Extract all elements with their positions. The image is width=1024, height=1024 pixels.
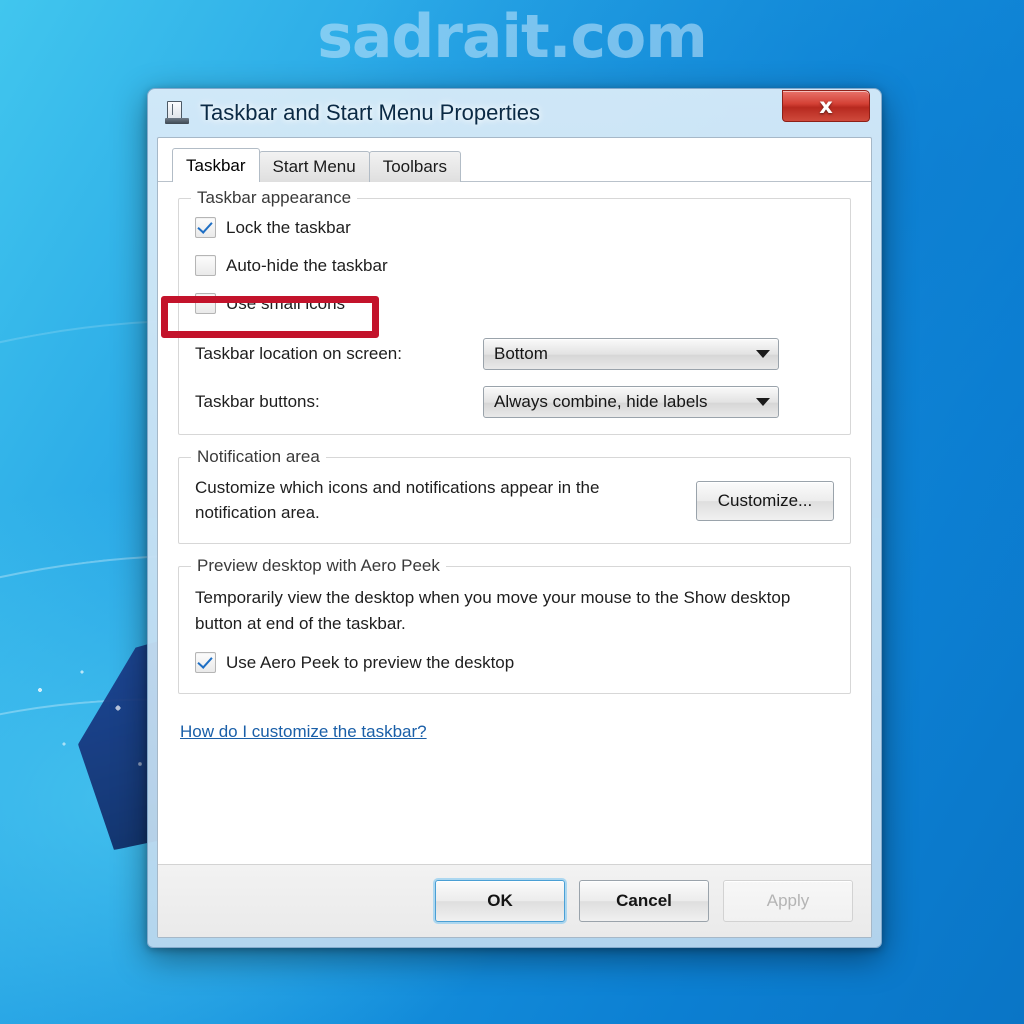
site-watermark: sadrait.com [317, 2, 708, 72]
tab-taskbar[interactable]: Taskbar [172, 148, 260, 183]
taskbar-location-value: Bottom [494, 344, 548, 363]
taskbar-properties-window: Taskbar and Start Menu Properties x Task… [147, 88, 882, 948]
tab-toolbars-label: Toolbars [382, 157, 447, 176]
checkbox-auto-hide-taskbar-label: Auto-hide the taskbar [226, 255, 388, 275]
customize-button-label: Customize... [717, 490, 813, 510]
tab-taskbar-label: Taskbar [186, 155, 246, 175]
tab-toolbars[interactable]: Toolbars [368, 151, 461, 182]
customize-button[interactable]: Customize... [696, 480, 834, 521]
taskbar-location-dropdown[interactable]: Bottom [483, 338, 779, 370]
notification-area-description: Customize which icons and notifications … [195, 478, 600, 522]
ok-button[interactable]: OK [435, 880, 565, 922]
checkbox-row-aero-peek[interactable]: Use Aero Peek to preview the desktop [195, 652, 834, 674]
cancel-button[interactable]: Cancel [579, 880, 709, 922]
checkbox-auto-hide-taskbar[interactable] [195, 255, 216, 276]
close-icon: x [819, 93, 833, 118]
tab-panel-taskbar: Taskbar appearance Lock the taskbar Auto… [158, 182, 871, 864]
tab-start-menu[interactable]: Start Menu [258, 151, 370, 182]
tab-start-menu-label: Start Menu [272, 157, 356, 176]
group-taskbar-appearance-legend: Taskbar appearance [191, 188, 358, 208]
group-notification-area: Notification area Customize which icons … [178, 447, 851, 545]
window-title: Taskbar and Start Menu Properties [200, 100, 540, 125]
aero-peek-description: Temporarily view the desktop when you mo… [195, 588, 791, 633]
row-taskbar-buttons: Taskbar buttons: Always combine, hide la… [195, 386, 834, 418]
taskbar-location-label: Taskbar location on screen: [195, 344, 402, 363]
group-notification-area-legend: Notification area [191, 447, 326, 467]
ok-button-label: OK [487, 891, 513, 910]
tab-strip: Taskbar Start Menu Toolbars [158, 138, 871, 183]
checkbox-lock-taskbar-label: Lock the taskbar [226, 217, 351, 237]
apply-button-label: Apply [766, 891, 810, 910]
chevron-down-icon [756, 350, 770, 358]
checkbox-lock-taskbar[interactable] [195, 217, 216, 238]
help-link-customize-taskbar[interactable]: How do I customize the taskbar? [180, 722, 427, 742]
checkbox-use-small-icons[interactable] [195, 293, 216, 314]
taskbar-monitor-icon [165, 101, 191, 125]
window-titlebar: Taskbar and Start Menu Properties x [157, 89, 872, 137]
chevron-down-icon [756, 398, 770, 406]
taskbar-buttons-dropdown[interactable]: Always combine, hide labels [483, 386, 779, 418]
checkbox-row-use-small-icons[interactable]: Use small icons [195, 293, 834, 314]
taskbar-buttons-label: Taskbar buttons: [195, 392, 320, 411]
cancel-button-label: Cancel [616, 891, 672, 910]
window-client-area: Taskbar Start Menu Toolbars Taskbar appe… [157, 137, 872, 938]
group-taskbar-appearance: Taskbar appearance Lock the taskbar Auto… [178, 188, 851, 435]
dialog-footer: OK Cancel Apply [158, 864, 871, 937]
checkbox-use-small-icons-label: Use small icons [226, 293, 346, 313]
checkbox-use-aero-peek-label: Use Aero Peek to preview the desktop [226, 652, 515, 672]
close-button[interactable]: x [782, 90, 870, 122]
checkbox-use-aero-peek[interactable] [195, 652, 216, 674]
desktop-background: sadrait.com Taskbar and Start Menu Prope… [0, 0, 1024, 1024]
taskbar-buttons-value: Always combine, hide labels [494, 392, 708, 411]
notification-area-row: Customize which icons and notifications … [195, 476, 834, 525]
group-aero-peek: Preview desktop with Aero Peek Temporari… [178, 556, 851, 695]
apply-button: Apply [723, 880, 853, 922]
checkbox-row-lock-taskbar[interactable]: Lock the taskbar [195, 217, 834, 238]
group-aero-peek-legend: Preview desktop with Aero Peek [191, 556, 446, 577]
checkbox-row-auto-hide-taskbar[interactable]: Auto-hide the taskbar [195, 255, 834, 276]
row-taskbar-location: Taskbar location on screen: Bottom [195, 338, 834, 370]
